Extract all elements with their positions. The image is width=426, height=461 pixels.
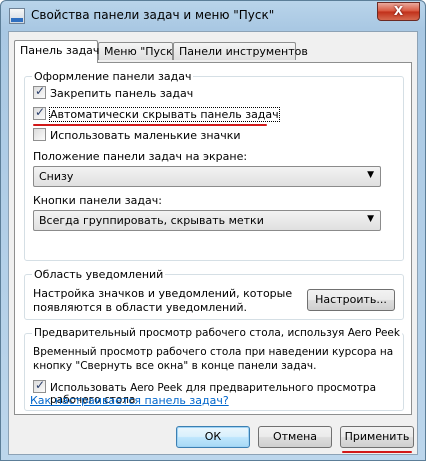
dialog-window: Свойства панели задач и меню "Пуск" X Па… [0,0,426,461]
appearance-group: Оформление панели задач ✓ Закрепить панел… [24,70,404,261]
buttons-label: Кнопки панели задач: [33,194,162,207]
apply-red-underline [342,451,412,453]
aero-peek-description-line1: Временный просмотр рабочего стола при на… [33,346,394,358]
aero-peek-checkbox[interactable]: ✓ [33,378,46,393]
taskbar-buttons-dropdown-value: Всегда группировать, скрывать метки [39,214,264,227]
lock-taskbar-label: Закрепить панель задач [50,87,194,100]
check-icon: ✓ [35,84,46,98]
chevron-down-icon: ▼ [367,170,374,180]
appearance-group-title: Оформление панели задач [32,70,194,83]
aero-peek-option[interactable]: ✓ Использовать Aero Peek для предваритель… [33,378,377,394]
notification-area-group: Область уведомлений Настройка значков и … [24,268,404,320]
cancel-button[interactable]: Отмена [258,426,332,448]
tab-taskbar[interactable]: Панель задач [14,40,99,63]
lock-taskbar-checkbox[interactable]: ✓ [33,84,46,99]
autohide-option[interactable]: ✓ Автоматически скрывать панель задач [33,105,280,122]
tab-toolbars[interactable]: Панели инструментов [173,42,308,60]
aero-peek-description-line2: кнопку "Свернуть все окна" в конце панел… [33,360,317,372]
taskbar-properties-icon [9,8,25,24]
aero-peek-group-title: Предварительный просмотр рабочего стола,… [32,327,402,339]
check-icon: ✓ [35,105,46,119]
dialog-client-area: Панель задач Меню "Пуск" Панели инструме… [8,31,418,455]
close-button[interactable]: X [377,2,420,21]
check-icon: ✓ [35,378,46,392]
taskbar-buttons-dropdown[interactable]: Всегда группировать, скрывать метки ▼ [33,210,381,231]
lock-taskbar-option[interactable]: ✓ Закрепить панель задач [33,84,194,100]
position-dropdown[interactable]: Снизу ▼ [33,166,381,187]
customize-button[interactable]: Настроить... [307,289,395,311]
title-bar[interactable]: Свойства панели задач и меню "Пуск" X [1,1,425,31]
small-icons-label: Использовать маленькие значки [50,129,241,142]
tab-panel-taskbar: Оформление панели задач ✓ Закрепить панел… [14,62,412,415]
small-icons-checkbox[interactable] [33,128,46,141]
autohide-red-underline [33,124,267,126]
window-title: Свойства панели задач и меню "Пуск" [31,8,275,22]
position-dropdown-value: Снизу [39,170,74,183]
chevron-down-icon: ▼ [367,214,374,224]
autohide-checkbox[interactable]: ✓ [33,105,46,120]
autohide-label: Автоматически скрывать панель задач [49,107,280,122]
apply-button[interactable]: Применить [340,426,414,448]
ok-button[interactable]: ОК [176,426,250,448]
aero-peek-label-line1: Использовать Aero Peek для предварительн… [50,382,377,394]
notification-description-line2: появляются в области уведомлений. [33,301,248,314]
notification-area-group-title: Область уведомлений [32,268,166,281]
tab-strip: Панель задач Меню "Пуск" Панели инструме… [9,40,417,63]
small-icons-option[interactable]: Использовать маленькие значки [33,128,241,142]
tab-start-menu[interactable]: Меню "Пуск" [98,42,178,60]
help-link[interactable]: Как настраивается панель задач? [30,394,229,407]
position-label: Положение панели задач на экране: [33,150,248,163]
notification-description-line1: Настройка значков и уведомлений, которые [33,287,293,300]
